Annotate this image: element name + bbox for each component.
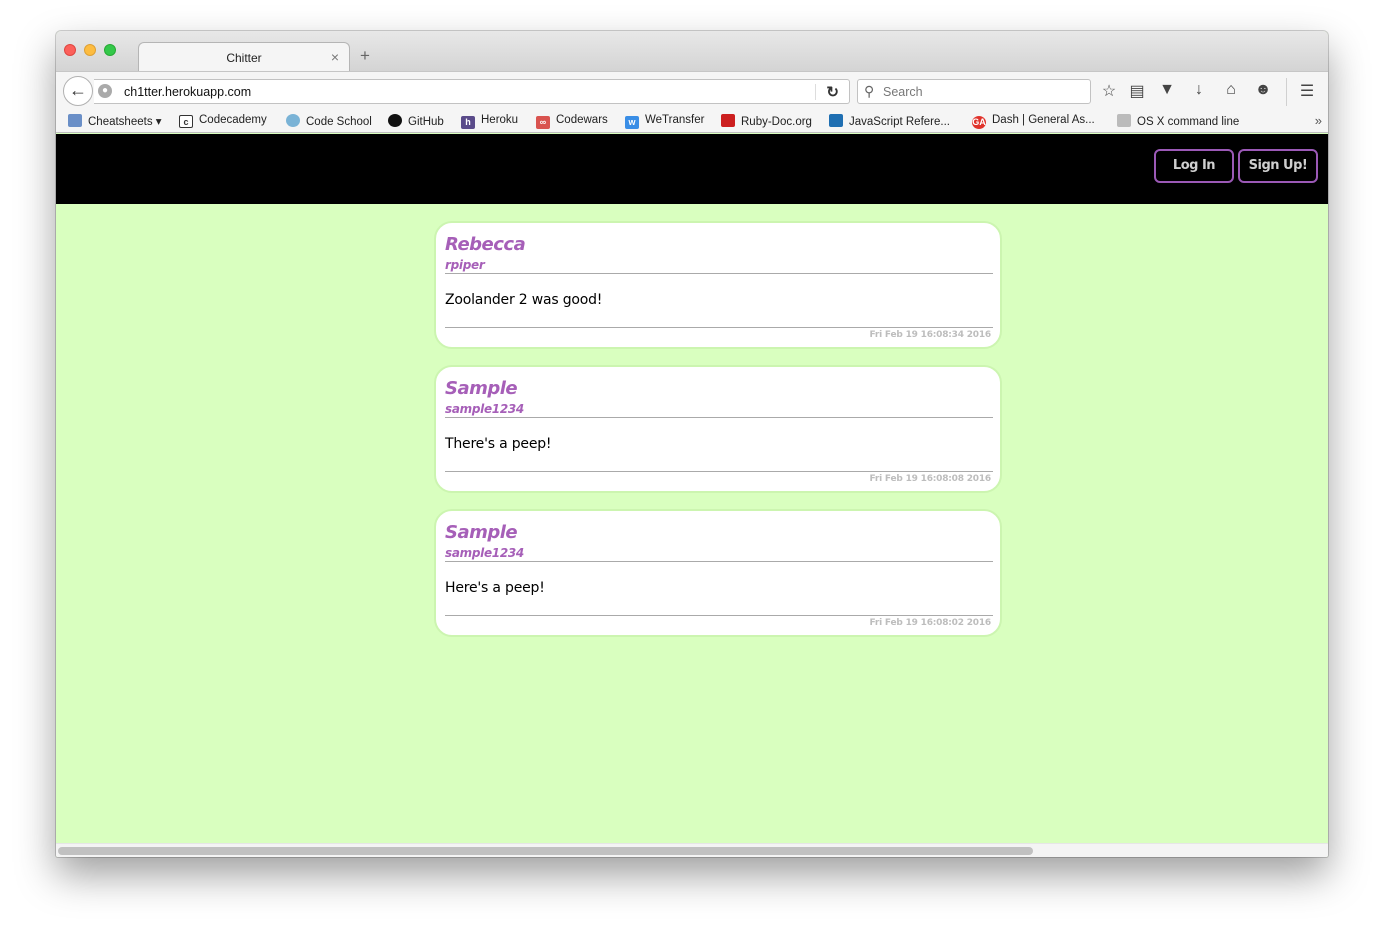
bookmark-dash-general-assembly[interactable]: GA Dash | General As... xyxy=(972,114,1095,129)
bookmark-label: Heroku xyxy=(481,114,519,126)
pocket-icon[interactable]: ▼ xyxy=(1157,81,1177,99)
bookmark-codecademy[interactable]: c Codecademy xyxy=(179,114,267,128)
peep-message: There's a peep! xyxy=(445,436,552,452)
peep-divider xyxy=(445,273,993,274)
url-divider xyxy=(815,84,816,100)
github-icon xyxy=(388,114,402,127)
bookmarks-overflow-icon[interactable]: » xyxy=(1315,113,1322,128)
codeschool-icon xyxy=(286,114,300,127)
folder-icon xyxy=(68,114,82,127)
close-tab-icon[interactable]: × xyxy=(331,49,339,65)
peep-card: Sample sample1234 Here's a peep! Fri Feb… xyxy=(434,509,1002,637)
bookmark-github[interactable]: GitHub xyxy=(388,114,444,128)
bookmark-label: WeTransfer xyxy=(645,114,705,126)
back-arrow-icon: ← xyxy=(69,80,87,100)
reading-list-icon[interactable]: ▤ xyxy=(1127,81,1147,101)
bookmark-osx-command-line[interactable]: OS X command line xyxy=(1117,114,1239,128)
site-header: Log In Sign Up! xyxy=(56,134,1328,204)
bookmark-codewars[interactable]: ∞ Codewars xyxy=(536,114,608,129)
sign-up-button[interactable]: Sign Up! xyxy=(1238,149,1318,183)
bookmark-label: Codecademy xyxy=(199,114,267,126)
home-icon[interactable]: ⌂ xyxy=(1221,81,1241,99)
new-tab-button[interactable]: + xyxy=(360,46,370,66)
peep-timestamp: Fri Feb 19 16:08:08 2016 xyxy=(869,474,991,484)
horizontal-scrollbar[interactable] xyxy=(56,843,1328,857)
peep-message: Here's a peep! xyxy=(445,580,545,596)
tab-chitter[interactable]: Chitter × xyxy=(138,42,350,72)
log-in-button[interactable]: Log In xyxy=(1154,149,1234,183)
codecademy-icon: c xyxy=(179,115,193,128)
search-input[interactable] xyxy=(883,83,1083,101)
mdn-icon xyxy=(829,114,843,127)
bookmark-code-school[interactable]: Code School xyxy=(286,114,372,128)
bookmarks-bar: Cheatsheets ▾ c Codecademy Code School Gi… xyxy=(56,111,1328,133)
bookmark-label: Cheatsheets xyxy=(88,116,153,128)
ga-icon: GA xyxy=(972,116,986,129)
peep-card: Sample sample1234 There's a peep! Fri Fe… xyxy=(434,365,1002,493)
peep-message: Zoolander 2 was good! xyxy=(445,292,603,308)
page-icon xyxy=(1117,114,1131,127)
hello-chat-icon[interactable]: ☻ xyxy=(1253,81,1273,99)
codewars-icon: ∞ xyxy=(536,116,550,129)
peep-divider xyxy=(445,615,993,616)
scrollbar-thumb[interactable] xyxy=(58,847,1033,855)
browser-window: Chitter × + ← ● ch1tter.herokuapp.com ↻ … xyxy=(56,31,1328,857)
bookmark-label: Codewars xyxy=(556,114,608,126)
site-identity-icon[interactable]: ● xyxy=(98,84,112,98)
peep-author-handle: sample1234 xyxy=(445,546,524,560)
bookmark-label: OS X command line xyxy=(1137,116,1240,128)
tab-strip: Chitter × + xyxy=(56,31,1328,72)
downloads-icon[interactable]: ↓ xyxy=(1189,81,1209,99)
reload-icon[interactable]: ↻ xyxy=(826,83,839,101)
bookmark-star-icon[interactable]: ☆ xyxy=(1099,81,1119,101)
peep-feed: Rebecca rpiper Zoolander 2 was good! Fri… xyxy=(434,221,1002,653)
address-bar[interactable]: ● ch1tter.herokuapp.com ↻ xyxy=(94,79,850,104)
bookmark-ruby-doc[interactable]: Ruby-Doc.org xyxy=(721,114,812,128)
peep-author-handle: rpiper xyxy=(445,258,485,272)
peep-card: Rebecca rpiper Zoolander 2 was good! Fri… xyxy=(434,221,1002,349)
heroku-icon: h xyxy=(461,116,475,129)
peep-author-name: Rebecca xyxy=(445,234,526,255)
zoom-window-button[interactable] xyxy=(104,44,116,56)
bookmark-heroku[interactable]: h Heroku xyxy=(461,114,518,129)
tab-title: Chitter xyxy=(226,51,262,65)
peep-author-name: Sample xyxy=(445,522,518,543)
bookmark-label: JavaScript Refere... xyxy=(849,116,950,128)
bookmark-javascript-reference[interactable]: JavaScript Refere... xyxy=(829,114,950,128)
menu-hamburger-icon[interactable]: ☰ xyxy=(1297,81,1317,101)
peep-divider xyxy=(445,327,993,328)
close-window-button[interactable] xyxy=(64,44,76,56)
toolbar-divider xyxy=(1286,78,1287,106)
minimize-window-button[interactable] xyxy=(84,44,96,56)
bookmark-label: GitHub xyxy=(408,116,444,128)
search-icon: ⚲ xyxy=(864,83,875,99)
bookmark-label: Ruby-Doc.org xyxy=(741,116,812,128)
wetransfer-icon: w xyxy=(625,116,639,129)
bookmark-label: Dash | General As... xyxy=(992,114,1095,126)
bookmark-cheatsheets[interactable]: Cheatsheets ▾ xyxy=(68,114,162,128)
peep-divider xyxy=(445,471,993,472)
url-text[interactable]: ch1tter.herokuapp.com xyxy=(124,85,251,99)
search-bar[interactable]: ⚲ xyxy=(857,79,1091,104)
peep-divider xyxy=(445,561,993,562)
peep-author-name: Sample xyxy=(445,378,518,399)
bookmark-label: Code School xyxy=(306,116,372,128)
peep-divider xyxy=(445,417,993,418)
rubydoc-icon xyxy=(721,114,735,127)
peep-timestamp: Fri Feb 19 16:08:02 2016 xyxy=(869,618,991,628)
back-button[interactable]: ← xyxy=(63,76,93,106)
peep-timestamp: Fri Feb 19 16:08:34 2016 xyxy=(869,330,991,340)
peep-author-handle: sample1234 xyxy=(445,402,524,416)
navigation-toolbar: ← ● ch1tter.herokuapp.com ↻ ⚲ ☆ ▤ ▼ ↓ ⌂ … xyxy=(56,71,1328,111)
bookmark-wetransfer[interactable]: w WeTransfer xyxy=(625,114,704,129)
